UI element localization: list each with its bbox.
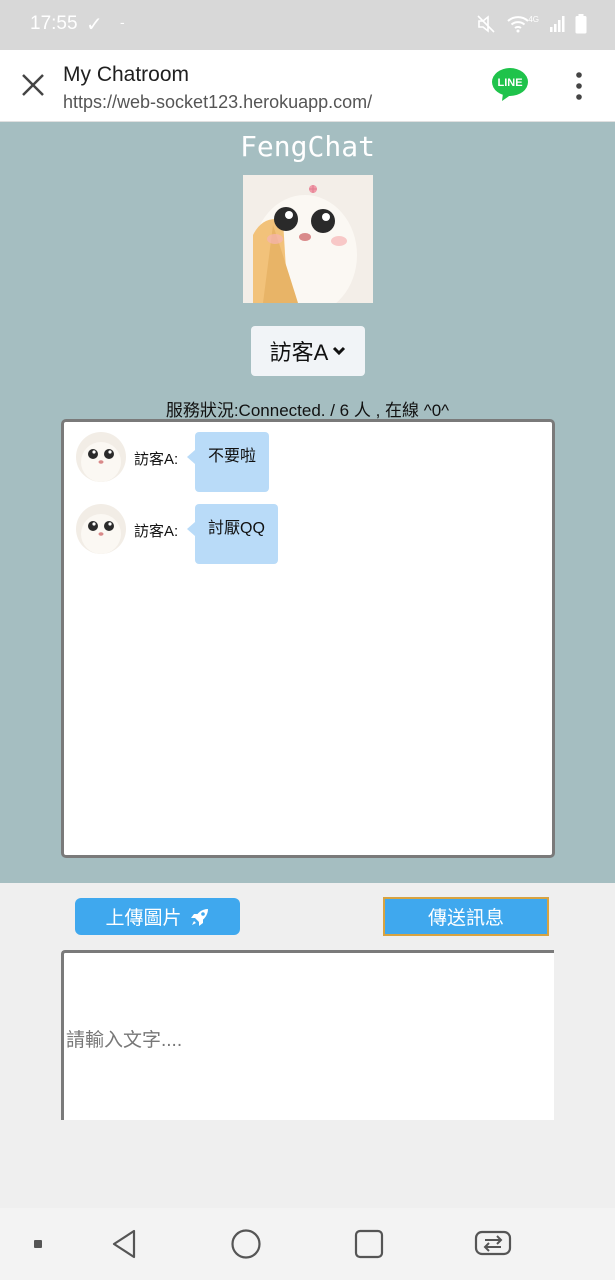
back-icon[interactable] (108, 1228, 140, 1260)
composer-area: 上傳圖片 傳送訊息 (0, 883, 615, 1208)
upload-image-button[interactable]: 上傳圖片 (75, 898, 240, 935)
status-dash: - (120, 14, 125, 30)
close-icon[interactable] (18, 70, 48, 100)
signal-icon (550, 16, 565, 32)
nav-indicator-dot (34, 1240, 42, 1248)
avatar (76, 504, 126, 554)
status-time: 17:55 (30, 13, 78, 34)
status-bar: 17:55 ✓ - 4G (0, 0, 615, 50)
send-message-button[interactable]: 傳送訊息 (383, 897, 549, 936)
check-icon: ✓ (86, 14, 103, 36)
browser-toolbar: My Chatroom https://web-socket123.heroku… (0, 50, 615, 122)
send-button-label: 傳送訊息 (427, 908, 504, 929)
message-sender: 訪客A: (134, 451, 179, 468)
message-sender: 訪客A: (134, 523, 179, 540)
cat-photo-image (243, 175, 373, 303)
wifi-icon (507, 16, 529, 33)
upload-button-label: 上傳圖片 (105, 908, 182, 929)
message-bubble: 不要啦 (186, 432, 270, 492)
chat-main-area: FengChat 訪客A 服務狀況:Connected. / 6 人 , 在線 … (0, 122, 615, 883)
rotate-icon[interactable] (474, 1230, 512, 1258)
user-select-label: 訪客A (269, 340, 329, 365)
app-title: FengChat (240, 130, 375, 163)
message-bubble: 討厭QQ (187, 504, 278, 564)
network-label: 4G (528, 14, 539, 24)
line-label: LINE (497, 77, 522, 89)
recents-icon[interactable] (353, 1228, 385, 1260)
battery-icon (575, 14, 587, 34)
system-nav-bar (0, 1208, 615, 1280)
message-input[interactable] (61, 950, 554, 1120)
status-icons: 4G (476, 14, 587, 34)
page-url[interactable]: https://web-socket123.herokuapp.com/ (63, 92, 372, 113)
chevron-down-icon (333, 346, 346, 356)
chat-message-list[interactable]: 訪客A: 不要啦 訪客A: 討厭QQ (61, 419, 555, 858)
page-title: My Chatroom (63, 63, 190, 86)
home-icon[interactable] (230, 1228, 262, 1260)
avatar (76, 432, 126, 482)
more-vert-icon[interactable] (568, 70, 590, 102)
line-share-icon[interactable]: LINE (490, 66, 530, 102)
service-status: 服務狀況:Connected. / 6 人 , 在線 ^0^ (165, 401, 450, 420)
user-select-dropdown[interactable]: 訪客A (251, 326, 365, 376)
rocket-icon (190, 908, 208, 926)
mute-icon (477, 15, 495, 33)
